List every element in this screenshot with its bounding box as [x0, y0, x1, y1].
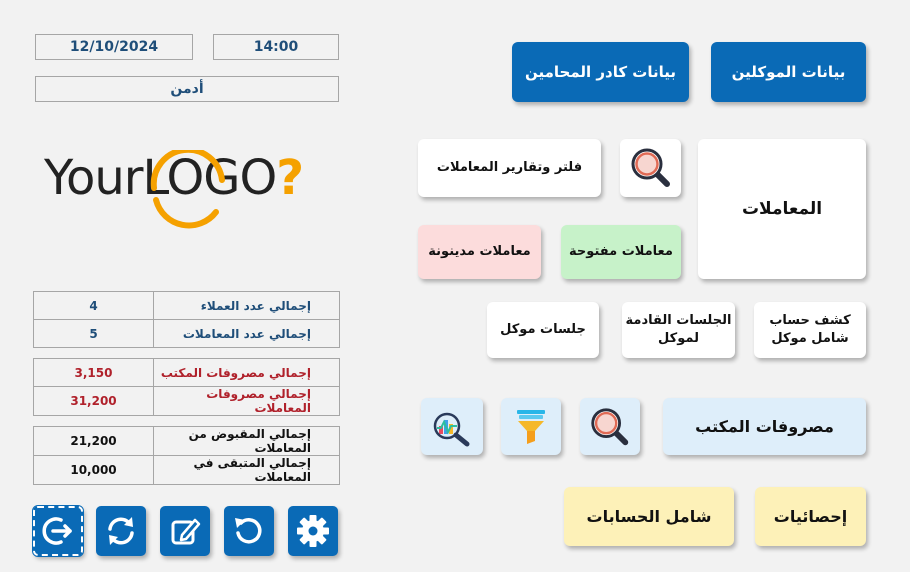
settings-button[interactable]	[288, 506, 338, 556]
debt-transactions-button[interactable]: معاملات مدينونة	[418, 225, 541, 279]
client-statement-line1: كشف حساب	[769, 313, 851, 329]
date-display: 12/10/2024	[35, 34, 193, 60]
table-row: 31,200 إجمالي مصروفات المعاملات	[33, 386, 340, 416]
refresh-button[interactable]	[224, 506, 274, 556]
client-statement-button[interactable]: كشف حساب شامل موكل	[754, 302, 866, 358]
company-logo: Your LOGO ?	[44, 150, 304, 230]
logout-button[interactable]	[32, 505, 84, 557]
logo-text-question: ?	[276, 150, 304, 206]
stat-label: إجمالي عدد العملاء	[153, 291, 340, 320]
user-display: أدمن	[35, 76, 339, 102]
table-row: 5 إجمالي عدد المعاملات	[33, 319, 340, 348]
logo-text-your: Your	[44, 150, 143, 206]
logout-icon	[42, 517, 72, 545]
edit-icon	[171, 518, 201, 545]
magnifier-icon	[631, 148, 670, 187]
all-accounts-button[interactable]: شامل الحسابات	[564, 487, 734, 546]
edit-button[interactable]	[160, 506, 210, 556]
lawyers-data-button[interactable]: بيانات كادر المحامين	[512, 42, 689, 102]
table-row: 3,150 إجمالي مصروفات المكتب	[33, 358, 340, 387]
stats-table-expenses: 3,150 إجمالي مصروفات المكتب 31,200 إجمال…	[33, 358, 340, 416]
statistics-button[interactable]: إحصائيات	[755, 487, 866, 546]
table-row: 4 إجمالي عدد العملاء	[33, 291, 340, 320]
stat-label: إجمالي المتبقى في المعاملات	[153, 455, 340, 485]
stat-value: 10,000	[33, 455, 154, 485]
stats-table-counts: 4 إجمالي عدد العملاء 5 إجمالي عدد المعام…	[33, 291, 340, 348]
table-row: 10,000 إجمالي المتبقى في المعاملات	[33, 455, 340, 485]
upcoming-sessions-line2: لموكل	[658, 331, 699, 346]
expenses-filter-button[interactable]	[501, 398, 561, 455]
client-statement-line2: شامل موكل	[771, 331, 849, 346]
sync-icon	[108, 517, 134, 545]
clients-data-button[interactable]: بيانات الموكلين	[711, 42, 866, 102]
client-sessions-button[interactable]: جلسات موكل	[487, 302, 599, 358]
upcoming-sessions-line1: الجلسات القادمة	[625, 313, 732, 329]
time-display: 14:00	[213, 34, 339, 60]
stats-table-payments: 21,200 إجمالي المقبوض من المعاملات 10,00…	[33, 426, 340, 485]
expenses-analytics-button[interactable]	[421, 398, 483, 455]
table-row: 21,200 إجمالي المقبوض من المعاملات	[33, 426, 340, 456]
upcoming-sessions-button[interactable]: الجلسات القادمة لموكل	[622, 302, 735, 358]
transactions-button[interactable]: المعاملات	[698, 139, 866, 279]
settings-icon	[297, 515, 329, 547]
magnifier-icon	[591, 407, 629, 445]
office-expenses-button[interactable]: مصروفات المكتب	[663, 398, 866, 455]
stat-value: 31,200	[33, 386, 154, 416]
chart-analysis-icon	[433, 412, 470, 446]
filter-reports-button[interactable]: فلتر وتقارير المعاملات	[418, 139, 601, 197]
stat-value: 3,150	[33, 358, 154, 387]
sync-button[interactable]	[96, 506, 146, 556]
stat-value: 4	[33, 291, 154, 320]
transactions-search-button[interactable]	[620, 139, 681, 197]
stat-value: 21,200	[33, 426, 154, 456]
stat-label: إجمالي المقبوض من المعاملات	[153, 426, 340, 456]
stat-value: 5	[33, 319, 154, 348]
expenses-search-button[interactable]	[580, 398, 640, 455]
logo-swoosh-icon	[150, 150, 225, 229]
stat-label: إجمالي مصروفات المكتب	[153, 358, 340, 387]
filter-funnel-icon	[517, 409, 545, 444]
open-transactions-button[interactable]: معاملات مفتوحة	[561, 225, 681, 279]
stat-label: إجمالي مصروفات المعاملات	[153, 386, 340, 416]
stat-label: إجمالي عدد المعاملات	[153, 319, 340, 348]
refresh-icon	[235, 518, 262, 544]
